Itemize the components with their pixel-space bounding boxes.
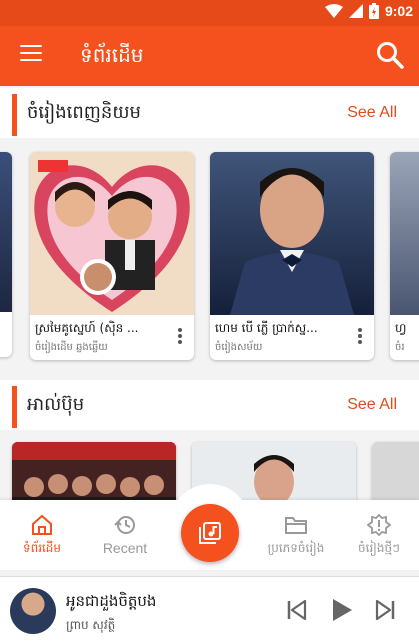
nav-new-songs[interactable]: ចំរៀងថ្មីៗ: [337, 514, 419, 558]
album-card[interactable]: [372, 442, 419, 504]
song-card[interactable]: ហ្វ ចំរ: [390, 152, 419, 360]
mini-player[interactable]: អូនជាដួងចិត្តបង ព្រាប សុវត្ថិ: [0, 576, 419, 644]
wifi-icon: [324, 4, 343, 18]
song-cover: [0, 152, 12, 312]
search-icon[interactable]: [375, 40, 405, 70]
status-time: 9:02: [384, 3, 413, 19]
nav-new-songs-label: ចំរៀងថ្មីៗ: [358, 541, 400, 555]
section-accent-bar: [12, 386, 17, 428]
song-cover: [30, 152, 194, 315]
album-cover: [12, 442, 176, 504]
nav-categories[interactable]: ប្រភេទចំរៀង: [254, 514, 338, 558]
section-accent-bar: [12, 94, 17, 136]
music-library-button[interactable]: [181, 504, 239, 562]
album-section-header: អាល់ប៊ុម See All: [0, 380, 419, 430]
now-playing-artist: ព្រាប សុវត្ថិ: [66, 618, 116, 632]
song-category: ចំរ: [395, 342, 405, 353]
history-icon: [83, 514, 167, 536]
nav-recent-label: Recent: [102, 540, 148, 556]
popular-section-title: ចំរៀងពេញនិយម: [27, 102, 141, 123]
song-cover: [390, 152, 419, 315]
app-bar: ទំព័រដើម: [0, 26, 419, 86]
nav-recent[interactable]: Recent: [83, 514, 167, 556]
song-card[interactable]: ស្រមៃគូស្នេហ៍ (ស៊ិន ... ចំរៀងដើម ឆ្លងឆ្ល…: [30, 152, 194, 360]
play-icon[interactable]: [330, 597, 354, 627]
song-cover: [210, 152, 374, 315]
song-category: ចំរៀងសម័យ: [215, 342, 263, 353]
battery-charging-icon: [368, 3, 379, 19]
song-title: ស្រមៃគូស្នេហ៍ (ស៊ិន ...: [35, 321, 139, 335]
skip-next-icon[interactable]: [374, 599, 396, 625]
now-playing-artwork: [10, 588, 56, 634]
song-title: ហេម បេី ភ្លើ ប្រាក់ស្ន...: [215, 321, 318, 335]
popular-songs-row[interactable]: ស្រមៃគូស្នេហ៍ (ស៊ិន ... ចំរៀងដើម ឆ្លងឆ្ល…: [0, 142, 419, 372]
album-cover: [372, 442, 419, 504]
song-card[interactable]: ហេម បេី ភ្លើ ប្រាក់ស្ន... ចំរៀងសម័យ: [210, 152, 374, 360]
folder-icon: [254, 514, 338, 536]
new-alert-icon: [337, 514, 419, 536]
popular-section-header: ចំរៀងពេញនិយម See All: [0, 88, 419, 138]
skip-previous-icon[interactable]: [286, 599, 308, 625]
nav-home-label: ទំព័រដើម: [22, 541, 62, 555]
page-title: ទំព័រដើម: [80, 43, 144, 67]
signal-icon: [348, 4, 363, 18]
more-options-icon[interactable]: [178, 328, 182, 346]
now-playing-title: អូនជាដួងចិត្តបង: [66, 592, 157, 610]
more-options-icon[interactable]: [358, 328, 362, 346]
song-category: ចំរៀងដើម ឆ្លងឆ្លើយ: [35, 342, 108, 353]
song-title: ហ្វ: [395, 321, 407, 335]
status-bar: 9:02: [0, 0, 419, 26]
album-card[interactable]: [12, 442, 176, 504]
menu-icon[interactable]: [20, 45, 42, 65]
song-card-partial-left[interactable]: [0, 152, 12, 357]
nav-categories-label: ប្រភេទចំរៀង: [267, 541, 325, 555]
home-icon: [0, 514, 84, 536]
popular-see-all-link[interactable]: See All: [347, 104, 397, 122]
album-see-all-link[interactable]: See All: [347, 396, 397, 414]
nav-home[interactable]: ទំព័រដើម: [0, 514, 84, 558]
album-section-title: អាល់ប៊ុម: [27, 394, 85, 415]
